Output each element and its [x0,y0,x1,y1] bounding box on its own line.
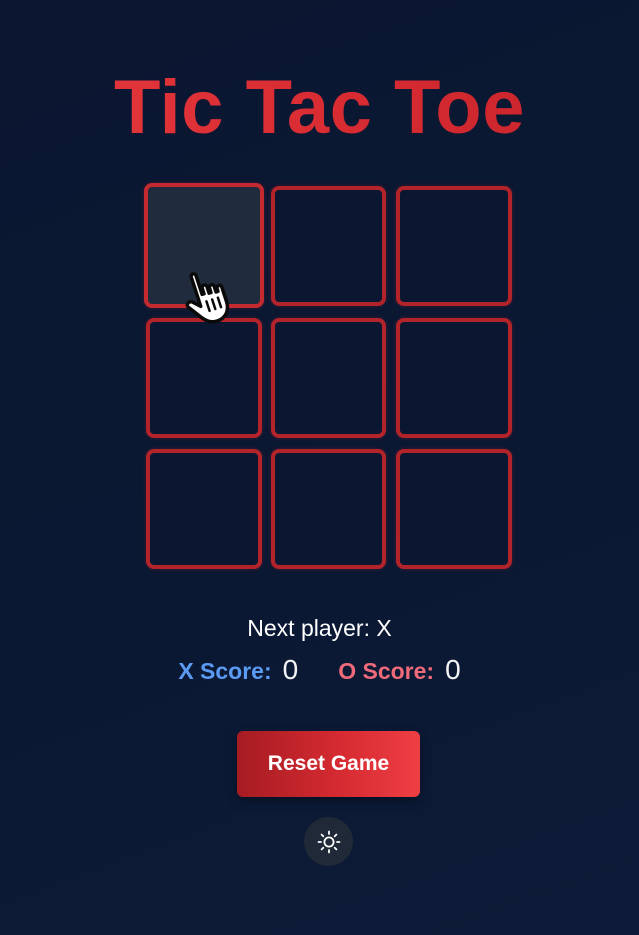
board-cell-4[interactable] [146,318,262,438]
theme-toggle-button[interactable] [304,817,353,866]
next-player-status: Next player: X [247,615,392,641]
board-cell-5[interactable] [271,318,386,438]
board-cell-1[interactable] [144,183,264,308]
o-score-group: O Score: 0 [338,654,460,686]
board-cell-8[interactable] [271,449,386,569]
o-score-label: O Score: [338,658,435,684]
sun-icon [317,830,340,853]
o-score-value: 0 [445,654,461,685]
board-cell-3[interactable] [396,186,512,306]
reset-game-button[interactable]: Reset Game [237,731,420,797]
board-cell-9[interactable] [396,449,512,569]
game-board [0,0,639,600]
x-score-value: 0 [282,654,299,685]
scoreboard: X Score: 0 O Score: 0 [0,654,639,686]
x-score-group: X Score: 0 [178,654,298,686]
board-cell-2[interactable] [271,186,386,306]
x-score-label: X Score: [178,658,272,684]
board-cell-6[interactable] [396,318,512,438]
board-cell-7[interactable] [146,449,262,569]
